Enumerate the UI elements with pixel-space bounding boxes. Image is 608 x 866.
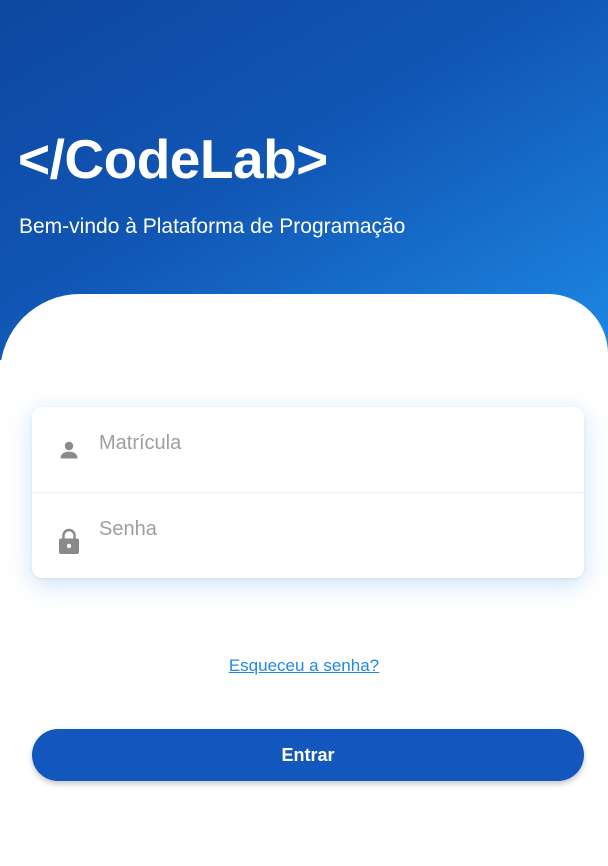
app-logo: </CodeLab> (18, 128, 328, 190)
senha-field (32, 493, 584, 578)
matricula-field (32, 407, 584, 493)
lock-icon (56, 528, 82, 554)
enter-button[interactable]: Entrar (32, 729, 584, 781)
forgot-password-link[interactable]: Esqueceu a senha? (229, 656, 379, 675)
matricula-input[interactable] (99, 429, 559, 457)
forgot-password-row: Esqueceu a senha? (0, 655, 608, 678)
welcome-subtitle: Bem-vindo à Plataforma de Programação (19, 215, 406, 238)
person-icon (56, 437, 82, 463)
login-form-card (32, 407, 584, 578)
senha-input[interactable] (99, 515, 559, 543)
